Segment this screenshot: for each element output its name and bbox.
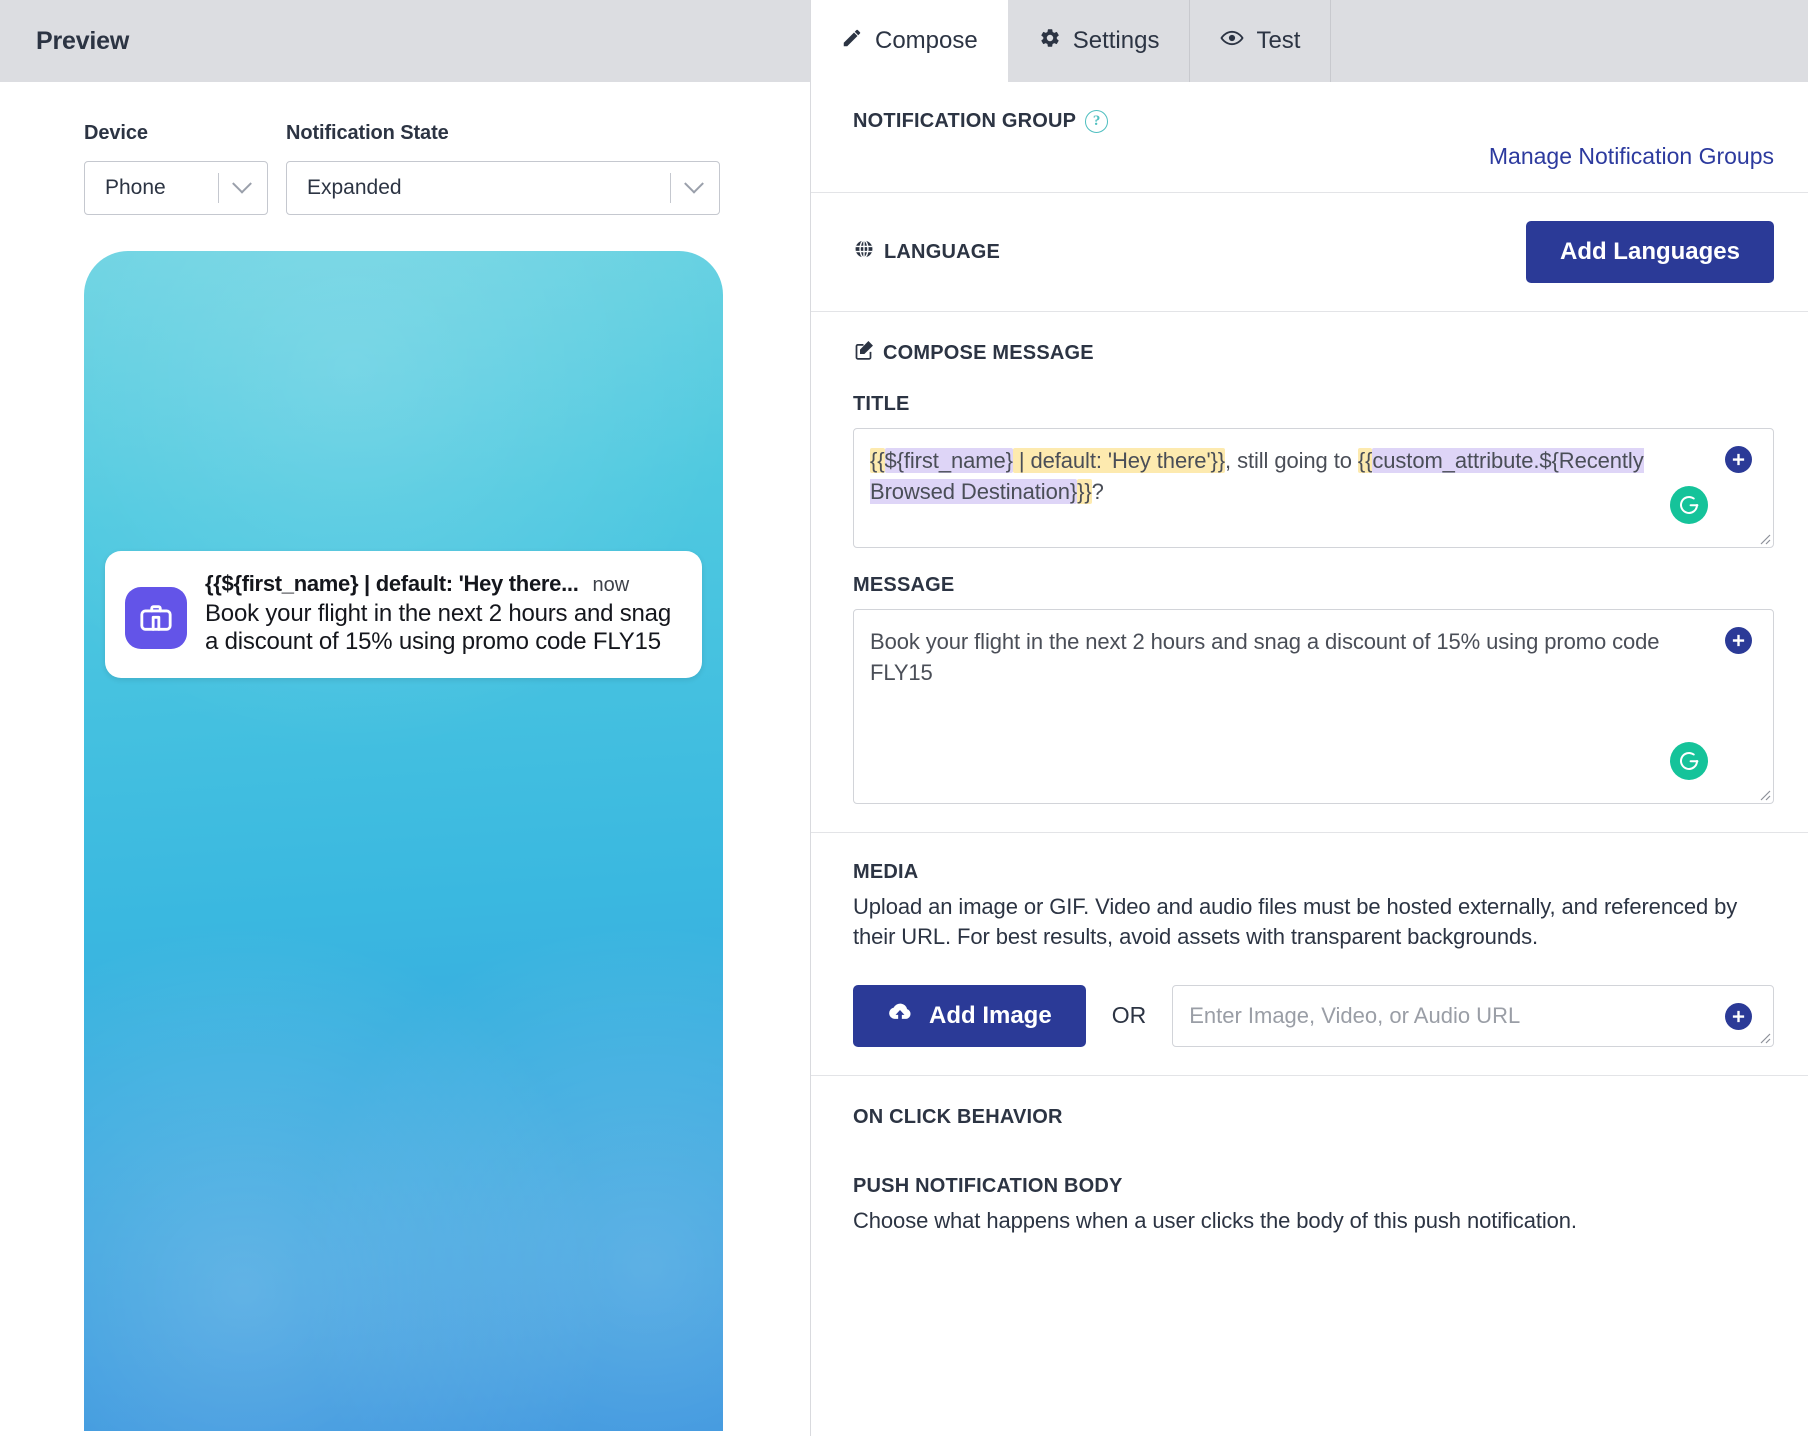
tabbar-filler xyxy=(1331,0,1808,82)
editor-pane: Compose Settings Test NOTIFICATION GROUP… xyxy=(811,0,1808,1436)
briefcase-icon xyxy=(125,587,187,649)
tab-test[interactable]: Test xyxy=(1190,0,1332,82)
page-title: Preview xyxy=(36,26,130,55)
on-click-behavior-section: ON CLICK BEHAVIOR PUSH NOTIFICATION BODY… xyxy=(811,1076,1808,1254)
title-input-wrap: {{${first_name} | default: 'Hey there'}}… xyxy=(853,428,1774,548)
editor-tabbar: Compose Settings Test xyxy=(811,0,1808,82)
notification-state-select-value: Expanded xyxy=(307,176,402,199)
notification-title: {{${first_name} | default: 'Hey there... xyxy=(205,571,579,596)
tab-compose-label: Compose xyxy=(875,27,978,54)
compose-message-heading: COMPOSE MESSAGE xyxy=(853,340,1774,367)
notification-state-caret-wrap xyxy=(670,162,719,214)
notification-timestamp: now xyxy=(592,574,630,596)
add-image-button-label: Add Image xyxy=(929,1001,1052,1029)
gear-icon xyxy=(1039,27,1061,56)
notification-text: {{${first_name} | default: 'Hey there...… xyxy=(205,571,680,656)
push-composer-screen: Preview Device Phone Notification State xyxy=(0,0,1808,1436)
divider xyxy=(670,173,671,203)
title-add-personalization-icon[interactable] xyxy=(1725,446,1752,473)
add-image-button[interactable]: Add Image xyxy=(853,984,1086,1047)
message-add-personalization-icon[interactable] xyxy=(1725,627,1752,654)
message-input-wrap: Book your flight in the next 2 hours and… xyxy=(853,609,1774,804)
compose-pencil-icon xyxy=(853,340,874,367)
manage-notification-groups-link[interactable]: Manage Notification Groups xyxy=(1489,143,1774,170)
notification-card[interactable]: {{${first_name} | default: 'Hey there...… xyxy=(105,551,702,679)
on-click-behavior-heading: ON CLICK BEHAVIOR xyxy=(853,1105,1063,1128)
cloud-upload-icon xyxy=(887,999,913,1032)
question-mark-icon[interactable]: ? xyxy=(1085,110,1109,133)
language-section: LANGUAGE Add Languages xyxy=(811,193,1808,312)
pencil-icon xyxy=(841,27,863,56)
preview-controls: Device Phone Notification State Expanded xyxy=(84,122,810,215)
compose-message-section: COMPOSE MESSAGE TITLE {{${first_name} | … xyxy=(811,312,1808,833)
chevron-down-icon xyxy=(232,173,252,194)
notification-body: Book your flight in the next 2 hours and… xyxy=(205,600,671,656)
title-input[interactable]: {{${first_name} | default: 'Hey there'}}… xyxy=(853,428,1774,548)
device-label: Device xyxy=(84,122,148,144)
media-url-resize-handle-icon[interactable] xyxy=(1755,1028,1771,1044)
phone-preview: {{${first_name} | default: 'Hey there...… xyxy=(84,251,723,1431)
message-input[interactable]: Book your flight in the next 2 hours and… xyxy=(853,609,1774,804)
tab-settings-label: Settings xyxy=(1072,27,1160,54)
push-notification-body-label: PUSH NOTIFICATION BODY xyxy=(853,1174,1123,1197)
grammarly-icon[interactable] xyxy=(1670,486,1708,524)
notification-state-select[interactable]: Expanded xyxy=(286,161,720,215)
media-url-add-personalization-icon[interactable] xyxy=(1725,1002,1752,1030)
eye-icon xyxy=(1220,26,1244,57)
title-field-label: TITLE xyxy=(853,393,910,415)
tab-settings[interactable]: Settings xyxy=(1009,0,1191,82)
media-section: MEDIA Upload an image or GIF. Video and … xyxy=(811,833,1808,1076)
media-controls-row: Add Image OR xyxy=(853,984,1774,1047)
chevron-down-icon xyxy=(684,173,704,194)
language-row: LANGUAGE Add Languages xyxy=(853,221,1774,283)
message-resize-handle-icon[interactable] xyxy=(1755,785,1771,801)
media-description: Upload an image or GIF. Video and audio … xyxy=(853,894,1738,950)
manage-groups-row: Manage Notification Groups xyxy=(853,143,1774,170)
notification-state-label: Notification State xyxy=(286,122,449,144)
media-url-wrap xyxy=(1172,984,1774,1047)
media-url-input[interactable] xyxy=(1172,984,1774,1047)
add-languages-button[interactable]: Add Languages xyxy=(1525,221,1774,283)
title-resize-handle-icon[interactable] xyxy=(1755,529,1771,545)
preview-body: Device Phone Notification State Expanded xyxy=(0,82,810,1436)
device-select-caret-wrap xyxy=(218,162,267,214)
device-select-value: Phone xyxy=(105,176,166,199)
media-or-label: OR xyxy=(1111,1002,1147,1029)
message-field-label: MESSAGE xyxy=(853,574,955,596)
notification-group-heading-label: NOTIFICATION GROUP xyxy=(853,110,1077,132)
notification-state-control: Notification State Expanded xyxy=(286,122,720,215)
device-control: Device Phone xyxy=(84,122,268,215)
language-heading-label: LANGUAGE xyxy=(884,240,1001,263)
preview-pane: Preview Device Phone Notification State xyxy=(0,0,811,1436)
notification-header-row: {{${first_name} | default: 'Hey there...… xyxy=(205,571,680,597)
tab-test-label: Test xyxy=(1256,27,1301,54)
preview-header: Preview xyxy=(0,0,810,82)
compose-message-heading-label: COMPOSE MESSAGE xyxy=(883,342,1094,364)
editor-scroll-area[interactable]: NOTIFICATION GROUP ? Manage Notification… xyxy=(811,82,1808,1436)
grammarly-icon[interactable] xyxy=(1670,742,1708,780)
tab-compose[interactable]: Compose xyxy=(811,0,1009,82)
divider xyxy=(218,173,219,203)
device-select[interactable]: Phone xyxy=(84,161,268,215)
notification-group-section: NOTIFICATION GROUP ? Manage Notification… xyxy=(811,82,1808,193)
language-heading: LANGUAGE xyxy=(853,238,1000,266)
media-heading: MEDIA xyxy=(853,861,919,883)
globe-icon xyxy=(853,238,875,266)
push-notification-body-description: Choose what happens when a user clicks t… xyxy=(853,1207,1577,1233)
notification-group-heading: NOTIFICATION GROUP ? xyxy=(853,110,1774,133)
